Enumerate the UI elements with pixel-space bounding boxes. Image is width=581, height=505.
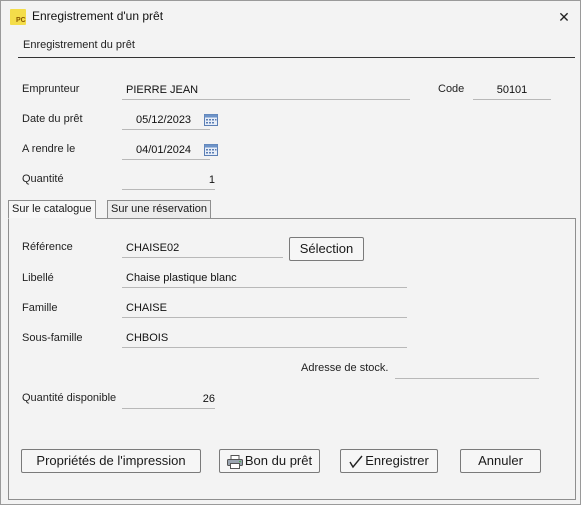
tab-catalogue[interactable]: Sur le catalogue — [8, 200, 96, 219]
app-icon: PC — [10, 9, 26, 25]
famille-label: Famille — [22, 302, 58, 314]
borrower-label: Emprunteur — [22, 83, 80, 95]
qty-available-label: Quantité disponible — [22, 392, 117, 404]
quantity-label: Quantité — [22, 173, 64, 185]
reference-label: Référence — [22, 241, 73, 253]
stock-address-label: Adresse de stock. — [301, 362, 389, 374]
famille-field[interactable]: CHAISE — [122, 299, 407, 318]
save-label: Enregistrer — [365, 453, 429, 468]
title-bar: PC Enregistrement d'un prêt ✕ — [1, 1, 580, 32]
loan-date-label: Date du prêt — [22, 113, 83, 125]
libelle-field[interactable]: Chaise plastique blanc — [122, 269, 407, 288]
return-date-field[interactable]: 04/01/2024 — [122, 141, 210, 160]
stock-address-field[interactable] — [395, 360, 539, 379]
tab-reservation[interactable]: Sur une réservation — [107, 200, 211, 219]
loan-dialog: PC Enregistrement d'un prêt ✕ Enregistre… — [0, 0, 581, 505]
section-divider — [18, 57, 575, 58]
section-title: Enregistrement du prêt — [23, 39, 135, 51]
print-properties-button[interactable]: Propriétés de l'impression — [21, 449, 201, 473]
quantity-field[interactable]: 1 — [122, 171, 215, 190]
code-field[interactable]: 50101 — [473, 81, 551, 100]
sous-famille-field[interactable]: CHBOIS — [122, 329, 407, 348]
window-title: Enregistrement d'un prêt — [32, 9, 164, 23]
return-date-label: A rendre le — [22, 143, 76, 155]
loan-voucher-button[interactable]: Bon du prêt — [219, 449, 320, 473]
code-label: Code — [438, 83, 465, 95]
loan-date-field[interactable]: 05/12/2023 — [122, 111, 210, 130]
printer-icon — [226, 454, 243, 469]
cancel-button[interactable]: Annuler — [460, 449, 541, 473]
loan-voucher-label: Bon du prêt — [244, 453, 313, 468]
calendar-icon[interactable] — [204, 113, 218, 126]
checkmark-icon — [349, 455, 363, 468]
borrower-field[interactable]: PIERRE JEAN — [122, 81, 410, 100]
close-icon[interactable]: ✕ — [554, 7, 574, 27]
selection-button[interactable]: Sélection — [289, 237, 364, 261]
qty-available-field[interactable]: 26 — [122, 390, 215, 409]
sous-famille-label: Sous-famille — [22, 332, 83, 344]
save-button[interactable]: Enregistrer — [340, 449, 438, 473]
app-icon-text: PC — [16, 17, 26, 24]
libelle-label: Libellé — [22, 272, 54, 284]
reference-field[interactable]: CHAISE02 — [122, 239, 283, 258]
calendar-icon[interactable] — [204, 143, 218, 156]
